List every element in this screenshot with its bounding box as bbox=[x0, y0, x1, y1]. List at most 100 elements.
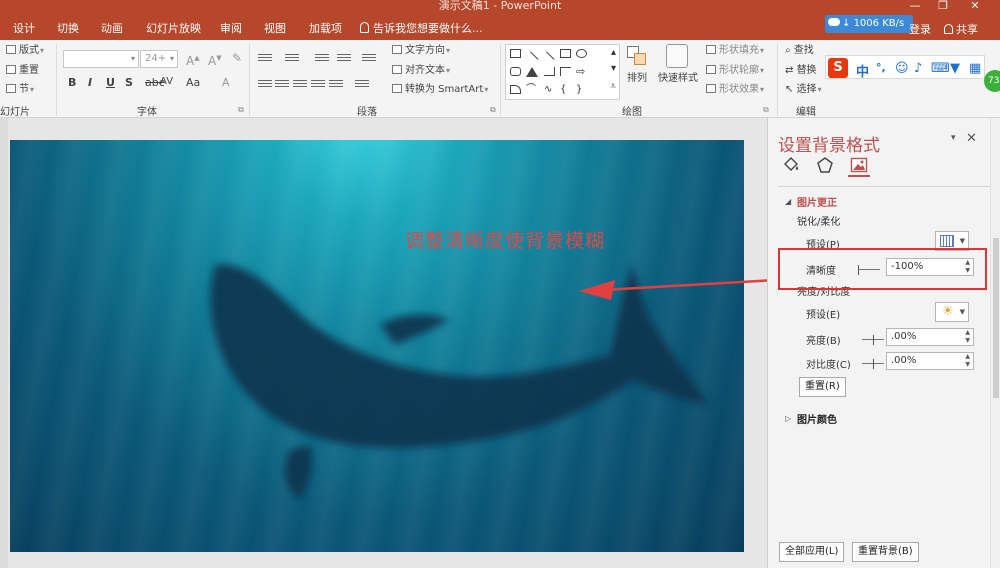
rounded-rect-shape-icon[interactable] bbox=[510, 67, 521, 76]
section-button[interactable]: 节▾ bbox=[6, 83, 34, 97]
tab-design[interactable]: 设计 bbox=[13, 20, 35, 38]
pane-scrollbar[interactable] bbox=[990, 118, 1000, 568]
distribute-icon[interactable] bbox=[329, 78, 343, 90]
quick-styles-button[interactable]: 快速样式 bbox=[658, 72, 698, 86]
align-text-button[interactable]: 对齐文本▾ bbox=[392, 64, 450, 78]
layout-button[interactable]: 版式▾ bbox=[6, 44, 44, 58]
shape-outline-button[interactable]: 形状轮廓▾ bbox=[706, 64, 764, 78]
collapse-caret-icon[interactable]: ◢ bbox=[785, 197, 791, 206]
shrink-font-icon[interactable]: A▼ bbox=[208, 51, 222, 68]
brightness-slider[interactable] bbox=[862, 335, 884, 345]
keyboard-icon[interactable]: ⌨ bbox=[931, 61, 950, 76]
scroll-thumb[interactable] bbox=[993, 238, 999, 398]
justify-icon[interactable] bbox=[311, 78, 325, 90]
textbox-shape-icon[interactable] bbox=[510, 49, 521, 58]
contrast-slider[interactable] bbox=[862, 359, 884, 369]
font-name-box[interactable]: ▾ bbox=[63, 50, 139, 68]
replace-button[interactable]: ⇄ 替换 bbox=[785, 64, 817, 78]
columns-icon[interactable] bbox=[355, 78, 369, 90]
emoji-icon[interactable]: ☺ bbox=[895, 61, 909, 76]
effects-pentagon-icon[interactable] bbox=[816, 156, 834, 174]
font-size-box[interactable]: 24+ ▾ bbox=[140, 50, 178, 68]
drawing-dialog-launcher-icon[interactable]: ⧉ bbox=[763, 103, 769, 117]
rectangle-shape-icon[interactable] bbox=[560, 49, 571, 58]
reset-corrections-button[interactable]: 重置(R) bbox=[799, 377, 846, 397]
elbow-connector-icon[interactable] bbox=[544, 67, 555, 76]
brightness-presets-dropdown[interactable]: ☀ ▼ bbox=[935, 302, 969, 322]
tab-addins[interactable]: 加载项 bbox=[309, 20, 342, 38]
punctuation-icon[interactable]: °, bbox=[876, 61, 886, 74]
select-button[interactable]: ↖ 选择▾ bbox=[785, 83, 822, 97]
elbow-arrow-icon[interactable] bbox=[560, 67, 571, 76]
gallery-up-icon[interactable]: ▴ bbox=[611, 47, 616, 58]
font-dialog-launcher-icon[interactable]: ⧉ bbox=[238, 103, 244, 117]
brace-right-icon[interactable]: } bbox=[576, 85, 587, 95]
gallery-more-icon[interactable]: ⩡ bbox=[610, 81, 616, 92]
shape-fill-button[interactable]: 形状填充▾ bbox=[706, 44, 764, 58]
arrow-shape-icon[interactable] bbox=[540, 51, 555, 66]
fill-icon[interactable] bbox=[782, 156, 800, 174]
tab-slideshow[interactable]: 幻灯片放映 bbox=[146, 20, 201, 38]
scribble-shape-icon[interactable]: ∿ bbox=[544, 85, 555, 95]
minimize-icon[interactable]: — bbox=[908, 0, 922, 12]
oval-shape-icon[interactable] bbox=[576, 49, 587, 58]
skin-icon[interactable]: ▼ bbox=[950, 61, 960, 76]
shapes-gallery[interactable]: ⇨ ⌒ ∿ { } ▴ ▾ ⩡ bbox=[505, 44, 620, 100]
arrange-button[interactable]: 排列 bbox=[627, 72, 647, 86]
find-button[interactable]: ⌕ 查找 bbox=[785, 44, 814, 58]
numbering-icon[interactable] bbox=[285, 52, 299, 64]
shadow-button[interactable]: S bbox=[125, 76, 133, 89]
brace-left-icon[interactable]: { bbox=[560, 85, 571, 95]
text-direction-button[interactable]: 文字方向▾ bbox=[392, 44, 450, 58]
picture-corrections-header[interactable]: 图片更正 bbox=[797, 194, 837, 209]
align-center-icon[interactable] bbox=[275, 78, 289, 90]
increase-indent-icon[interactable] bbox=[337, 52, 351, 64]
underline-button[interactable]: U bbox=[106, 76, 115, 89]
toolbox-icon[interactable]: ▦ bbox=[969, 61, 981, 76]
ime-mode[interactable]: 中 bbox=[856, 61, 869, 80]
apply-to-all-button[interactable]: 全部应用(L) bbox=[779, 542, 845, 562]
italic-button[interactable]: I bbox=[88, 76, 92, 89]
tab-review[interactable]: 审阅 bbox=[220, 20, 242, 38]
spin-arrows-icon[interactable]: ▲ ▼ bbox=[965, 353, 970, 369]
picture-color-header[interactable]: 图片颜色 bbox=[797, 411, 837, 426]
clear-format-icon[interactable]: ✎ bbox=[232, 51, 242, 65]
curve-shape-icon[interactable]: ⌒ bbox=[526, 85, 537, 95]
share-button[interactable]: 共享 bbox=[944, 21, 978, 37]
expand-caret-icon[interactable]: ▷ bbox=[785, 414, 791, 423]
grow-font-icon[interactable]: A▲ bbox=[186, 51, 200, 68]
voice-icon[interactable]: ♪ bbox=[914, 61, 922, 76]
tab-view[interactable]: 视图 bbox=[264, 20, 286, 38]
shape-effects-button[interactable]: 形状效果▾ bbox=[706, 83, 764, 97]
restore-icon[interactable]: ❐ bbox=[936, 0, 950, 12]
gallery-down-icon[interactable]: ▾ bbox=[611, 63, 616, 74]
reset-background-button[interactable]: 重置背景(B) bbox=[852, 542, 919, 562]
line-shape-icon[interactable] bbox=[524, 51, 539, 66]
login-link[interactable]: 登录 bbox=[909, 21, 931, 37]
ime-logo[interactable]: S bbox=[828, 58, 848, 78]
char-spacing-button[interactable]: AV bbox=[160, 76, 173, 87]
line-spacing-icon[interactable] bbox=[362, 52, 376, 64]
align-left-icon[interactable] bbox=[258, 78, 272, 90]
contrast-input[interactable]: .00% ▲ ▼ bbox=[886, 352, 974, 370]
font-color-icon[interactable]: A bbox=[222, 76, 230, 89]
smartart-button[interactable]: 转换为 SmartArt▾ bbox=[392, 83, 488, 97]
decrease-indent-icon[interactable] bbox=[315, 52, 329, 64]
right-arrow-shape-icon[interactable]: ⇨ bbox=[576, 66, 587, 77]
close-window-icon[interactable]: ✕ bbox=[968, 0, 982, 12]
tab-animations[interactable]: 动画 bbox=[101, 20, 123, 38]
brightness-input[interactable]: .00% ▲ ▼ bbox=[886, 328, 974, 346]
bullets-icon[interactable] bbox=[258, 52, 272, 64]
paragraph-dialog-launcher-icon[interactable]: ⧉ bbox=[490, 103, 496, 117]
tab-transitions[interactable]: 切换 bbox=[57, 20, 79, 38]
picture-icon[interactable] bbox=[850, 156, 868, 174]
spin-arrows-icon[interactable]: ▲ ▼ bbox=[965, 329, 970, 345]
freeform-shape-icon[interactable] bbox=[510, 85, 521, 94]
reset-slide-button[interactable]: 重置 bbox=[6, 64, 39, 78]
align-right-icon[interactable] bbox=[293, 78, 307, 90]
close-icon[interactable]: ✕ bbox=[966, 131, 977, 146]
tell-me-box[interactable]: 告诉我您想要做什么... bbox=[360, 20, 483, 38]
pane-options-icon[interactable]: ▾ bbox=[951, 133, 956, 143]
bold-button[interactable]: B bbox=[68, 76, 76, 89]
slide[interactable]: 调整清晰度使背景模糊 bbox=[10, 140, 744, 552]
